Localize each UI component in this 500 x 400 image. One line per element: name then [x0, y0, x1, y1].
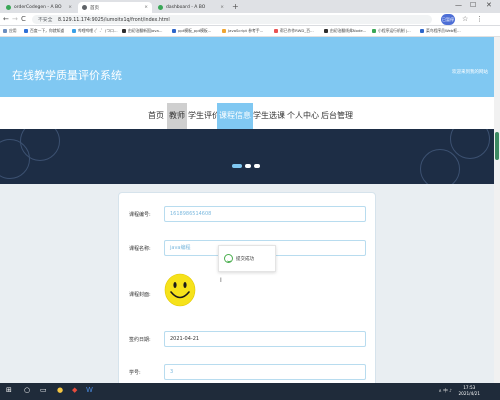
star-icon[interactable]: ☆	[462, 15, 468, 23]
system-tray[interactable]: ∧ 中 ♪	[438, 388, 452, 394]
security-indicator[interactable]: 不安全	[38, 18, 52, 23]
browser-tab-strip: orderCodegen - A BO × 首页 × dashboard - A…	[0, 0, 500, 13]
bookmarks-bar: 应用 百度一下，你就知道 哔哩哔哩 (゜-゜)つロ... 由初治翻新国Java.…	[0, 26, 500, 37]
carousel-dot[interactable]	[245, 164, 251, 168]
tab-label: orderCodegen - A BO	[14, 5, 62, 10]
welcome-text: 欢迎来到我的网站	[452, 70, 488, 75]
tab-ordercodegen[interactable]: orderCodegen - A BO ×	[2, 2, 76, 13]
url-text: 8.129.11.174:9025/iumoitx1q/front/index.…	[57, 18, 170, 23]
app-icon[interactable]: ◆	[72, 386, 77, 394]
start-icon[interactable]: ⊞	[6, 386, 12, 394]
minimize-button[interactable]: —	[455, 1, 462, 9]
nav-home[interactable]: 首页	[146, 103, 166, 129]
course-detail-form: 课程编号: 1618986514608 课程名称: java编程 课程封面: I…	[118, 192, 376, 383]
reload-button[interactable]: C	[21, 15, 26, 23]
carousel-banner	[0, 129, 494, 184]
site-header: 在线教学质量评价系统 欢迎来到我的网站	[0, 37, 494, 97]
text-cursor-icon: I	[220, 277, 222, 284]
sign-date-label: 签约日期:	[129, 337, 151, 343]
site-nav: 首页 教师 学生评价 课程信息 学生选课 个人中心 后台管理	[0, 97, 494, 129]
carousel-dot-active[interactable]	[232, 164, 242, 168]
course-cover-image	[164, 273, 196, 307]
tab-favicon-icon	[6, 5, 11, 10]
sign-date-field[interactable]: 2021-04-21	[164, 331, 366, 347]
close-window-button[interactable]: ✕	[486, 1, 492, 9]
tab-label: dashboard - A BO	[166, 5, 206, 10]
new-tab-button[interactable]: +	[232, 2, 239, 11]
bookmark-apps[interactable]: 应用	[3, 28, 17, 34]
credit-label: 学号:	[129, 370, 141, 376]
bookmark-node[interactable]: 由初治翻线弗Node...	[324, 28, 366, 34]
nav-teacher[interactable]: 教师	[167, 103, 187, 129]
search-icon[interactable]: ○	[24, 386, 30, 394]
scrollbar-thumb[interactable]	[495, 132, 499, 160]
bookmark-rwd[interactable]: 帮已作作RWD_百...	[274, 28, 314, 34]
banner-decoration	[420, 149, 460, 184]
clock-date: 2021/4/21	[458, 391, 480, 396]
profile-button[interactable]: 已暂停	[441, 14, 455, 25]
word-icon[interactable]: W	[86, 386, 93, 394]
maximize-button[interactable]: ☐	[470, 1, 476, 9]
bookmark-baidu[interactable]: 百度一下，你就知道	[24, 28, 64, 34]
tab-home[interactable]: 首页 ×	[78, 2, 152, 13]
tab-close-icon[interactable]: ×	[220, 5, 224, 10]
site-title: 在线教学质量评价系统	[12, 69, 122, 82]
success-smile-icon	[224, 254, 233, 263]
nav-personal-center[interactable]: 个人中心	[285, 103, 321, 129]
bookmark-javascript[interactable]: JavaScript 参考手...	[222, 28, 263, 34]
course-number-field[interactable]: 1618986514608	[164, 206, 366, 222]
url-field[interactable]: 不安全 8.129.11.174:9025/iumoitx1q/front/in…	[32, 15, 432, 24]
bookmark-java[interactable]: 由初治翻新国Java...	[122, 28, 162, 34]
tab-dashboard[interactable]: dashboard - A BO ×	[154, 2, 228, 13]
chrome-icon[interactable]: ●	[57, 386, 63, 394]
tab-close-icon[interactable]: ×	[144, 5, 148, 10]
bookmark-miniprogram[interactable]: 小程序运行机制 |...	[372, 28, 411, 34]
toast-message: 提交成功	[236, 257, 254, 262]
web-page: 在线教学质量评价系统 欢迎来到我的网站 首页 教师 学生评价 课程信息 学生选课…	[0, 37, 494, 383]
credit-field[interactable]: 3	[164, 364, 366, 380]
carousel-dot[interactable]	[254, 164, 260, 168]
tab-close-icon[interactable]: ×	[68, 5, 72, 10]
success-toast: 提交成功	[218, 245, 276, 272]
nav-course-selection[interactable]: 学生选课	[251, 103, 287, 129]
nav-course-info[interactable]: 课程信息	[217, 103, 253, 129]
address-bar-row: ← → C 不安全 8.129.11.174:9025/iumoitx1q/fr…	[0, 13, 500, 26]
back-button[interactable]: ←	[3, 15, 9, 23]
extensions-icon[interactable]: ⋮	[476, 15, 483, 23]
nav-admin[interactable]: 后台管理	[319, 103, 355, 129]
clock[interactable]: 17:53 2021/4/21	[459, 385, 480, 397]
bookmark-web-framework[interactable]: 菜鸟程序员Web框...	[420, 28, 461, 34]
course-number-label: 课程编号:	[129, 212, 151, 218]
forward-button[interactable]: →	[12, 15, 18, 23]
bookmark-ppt[interactable]: ppt模板_ppt模板...	[172, 28, 211, 34]
os-taskbar: ⊞ ○ ▭ ● ◆ W ∧ 中 ♪ 17:53 2021/4/21	[0, 383, 500, 400]
banner-decoration	[20, 129, 60, 161]
tab-favicon-icon	[158, 5, 163, 10]
course-name-label: 课程名称:	[129, 246, 151, 252]
page-scrollbar[interactable]	[494, 37, 500, 383]
tab-label: 首页	[90, 6, 99, 11]
task-view-icon[interactable]: ▭	[40, 386, 47, 394]
bookmark-bilibili[interactable]: 哔哩哔哩 (゜-゜)つロ...	[72, 28, 118, 34]
course-cover-label: 课程封面:	[129, 292, 151, 298]
banner-decoration	[450, 129, 490, 159]
tab-favicon-icon	[82, 5, 87, 10]
